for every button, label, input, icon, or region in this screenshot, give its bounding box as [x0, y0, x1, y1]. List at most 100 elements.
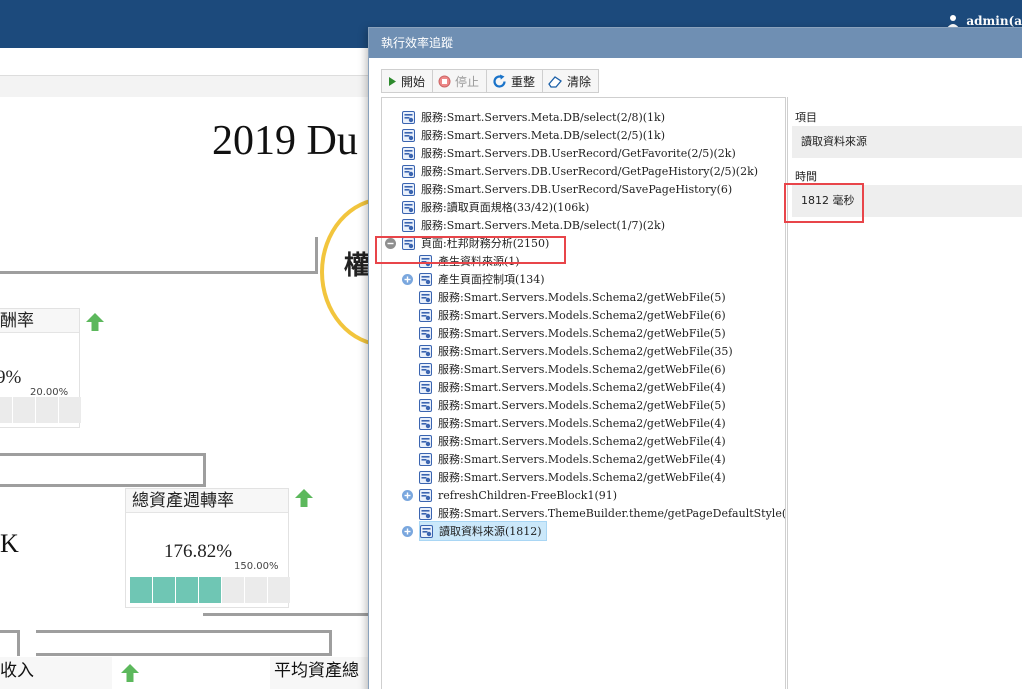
service-node-icon	[402, 110, 415, 124]
service-node-icon	[419, 272, 432, 286]
kpi-bar-segment	[0, 397, 12, 423]
tree-node[interactable]: 服務:讀取頁面規格(33/42)(106k)	[402, 198, 591, 216]
connector-line	[203, 453, 206, 487]
tree-node[interactable]: 服務:Smart.Servers.Models.Schema2/getWebFi…	[419, 450, 728, 468]
service-node-icon	[419, 506, 432, 520]
report-title: 2019 Du	[212, 118, 358, 164]
tree-node-label: 服務:Smart.Servers.DB.UserRecord/GetPageHi…	[421, 165, 759, 178]
clear-button[interactable]: 清除	[543, 70, 598, 92]
tree-node[interactable]: 服務:Smart.Servers.Models.Schema2/getWebFi…	[419, 288, 728, 306]
kpi-bar-segment	[36, 397, 58, 423]
tree-node-label: 讀取資料來源(1812)	[439, 525, 542, 538]
kpi-bar-segment	[130, 577, 152, 603]
kpi-value: 176.82%	[164, 541, 233, 562]
kpi-bar-segment	[245, 577, 267, 603]
tree-node-selected[interactable]: 讀取資料來源(1812)	[402, 521, 547, 541]
connector-line	[36, 653, 332, 656]
user-icon	[947, 15, 960, 28]
reset-button[interactable]: 重整	[487, 70, 544, 92]
tree-node[interactable]: 服務:Smart.Servers.Models.Schema2/getWebFi…	[419, 432, 728, 450]
tree-node-label: 服務:讀取頁面規格(33/42)(106k)	[421, 201, 590, 214]
kpi-title-bottom: 平均資產總	[270, 657, 380, 689]
kpi-title-bottom: 收入	[0, 657, 112, 689]
dialog-title: 執行效率追蹤	[369, 28, 1022, 58]
tree-node-label: 服務:Smart.Servers.Models.Schema2/getWebFi…	[438, 363, 726, 376]
item-value: 讀取資料來源	[792, 126, 1022, 158]
kpi-bar-segment	[176, 577, 198, 603]
tree-node[interactable]: refreshChildren-FreeBlock1(91)	[402, 486, 619, 504]
kpi-card[interactable]: 總資產週轉率 176.82% 150.00%	[125, 488, 291, 608]
tree-node[interactable]: 服務:Smart.Servers.Meta.DB/select(2/5)(1k)	[402, 126, 667, 144]
connector-line	[17, 630, 20, 656]
kpi-progress-bar	[130, 577, 291, 603]
service-node-icon	[419, 434, 432, 448]
tree-node-label: 服務:Smart.Servers.Models.Schema2/getWebFi…	[438, 435, 726, 448]
performance-trace-dialog: 執行效率追蹤 開始 停止 重整 清除 服務:Smart.Servers.Meta…	[368, 27, 1022, 689]
tree-node-label: 服務:Smart.Servers.Models.Schema2/getWebFi…	[438, 399, 726, 412]
tree-node-label: 服務:Smart.Servers.DB.UserRecord/GetFavori…	[421, 147, 736, 160]
tree-node[interactable]: 服務:Smart.Servers.Models.Schema2/getWebFi…	[419, 396, 728, 414]
tree-node[interactable]: 服務:Smart.Servers.Meta.DB/select(2/8)(1k)	[402, 108, 667, 126]
start-button[interactable]: 開始	[382, 70, 434, 92]
service-node-icon	[402, 218, 415, 232]
service-node-icon	[420, 524, 433, 538]
service-node-icon	[402, 182, 415, 196]
stop-button[interactable]: 停止	[433, 70, 488, 92]
start-button-label: 開始	[401, 74, 426, 89]
trace-tree[interactable]: 服務:Smart.Servers.Meta.DB/select(2/8)(1k)…	[381, 97, 786, 689]
kpi-card[interactable]: 酬率 9% 20.00%	[0, 308, 82, 428]
kpi-bar-segment	[59, 397, 81, 423]
connector-line	[0, 484, 206, 487]
tree-node-label: 服務:Smart.Servers.Meta.DB/select(2/8)(1k)	[421, 111, 665, 124]
service-node-icon	[402, 146, 415, 160]
tree-node[interactable]: 服務:Smart.Servers.Models.Schema2/getWebFi…	[419, 360, 728, 378]
expand-plus-icon[interactable]	[402, 525, 413, 537]
user-name: admin(a	[966, 14, 1022, 28]
service-node-icon	[419, 344, 432, 358]
kpi-progress-bar	[0, 397, 82, 423]
tree-node[interactable]: 服務:Smart.Servers.Models.Schema2/getWebFi…	[419, 342, 735, 360]
tree-node[interactable]: 服務:Smart.Servers.Models.Schema2/getWebFi…	[419, 324, 728, 342]
kpi-title: 酬率	[0, 309, 79, 333]
tree-node[interactable]: 產生頁面控制項(134)	[402, 270, 547, 288]
clear-button-label: 清除	[567, 74, 592, 89]
tree-node-label: 服務:Smart.Servers.Models.Schema2/getWebFi…	[438, 471, 726, 484]
expand-plus-icon[interactable]	[402, 489, 413, 501]
tree-node[interactable]: 服務:Smart.Servers.Models.Schema2/getWebFi…	[419, 414, 728, 432]
user-menu[interactable]: admin(a	[946, 14, 1022, 28]
tree-node-label: 服務:Smart.Servers.DB.UserRecord/SavePageH…	[421, 183, 733, 196]
tree-node-label: 服務:Smart.Servers.Models.Schema2/getWebFi…	[438, 327, 726, 340]
tree-node-label: 服務:Smart.Servers.ThemeBuilder.theme/getP…	[438, 507, 786, 520]
tree-node[interactable]: 服務:Smart.Servers.DB.UserRecord/GetFavori…	[402, 144, 738, 162]
service-node-icon	[419, 470, 432, 484]
tree-node[interactable]: 服務:Smart.Servers.DB.UserRecord/GetPageHi…	[402, 162, 760, 180]
tree-node-label: 服務:Smart.Servers.Models.Schema2/getWebFi…	[438, 417, 726, 430]
kpi-bar-segment	[268, 577, 290, 603]
highlight-page-node	[375, 236, 566, 264]
service-node-icon	[402, 128, 415, 142]
stop-button-label: 停止	[455, 74, 480, 89]
tree-node[interactable]: 服務:Smart.Servers.Models.Schema2/getWebFi…	[419, 468, 728, 486]
report-sheet: 2019 Du 權 酬率 9% 20.00% 總資產週轉率 176.82% 15…	[0, 97, 380, 689]
tree-node[interactable]: 服務:Smart.Servers.Meta.DB/select(1/7)(2k)	[402, 216, 667, 234]
tree-node[interactable]: 服務:Smart.Servers.DB.UserRecord/SavePageH…	[402, 180, 734, 198]
connector-line	[203, 613, 380, 616]
kpi-body: 9% 20.00%	[0, 333, 82, 427]
expand-plus-icon[interactable]	[402, 273, 413, 285]
connector-line	[315, 237, 318, 274]
kpi-target: 150.00%	[234, 561, 279, 572]
kpi-value: 9%	[0, 367, 22, 388]
tree-node-label: 服務:Smart.Servers.Models.Schema2/getWebFi…	[438, 453, 726, 466]
service-node-icon	[419, 362, 432, 376]
service-node-icon	[419, 380, 432, 394]
kpi-partial-value: K	[0, 529, 19, 558]
selected-node-highlight: 讀取資料來源(1812)	[419, 521, 547, 541]
arrow-up-icon	[86, 313, 104, 331]
tree-node[interactable]: 服務:Smart.Servers.Models.Schema2/getWebFi…	[419, 378, 728, 396]
connector-line	[0, 271, 318, 274]
tree-node[interactable]: 服務:Smart.Servers.ThemeBuilder.theme/getP…	[419, 504, 786, 522]
tree-node[interactable]: 服務:Smart.Servers.Models.Schema2/getWebFi…	[419, 306, 728, 324]
tree-node-label: 服務:Smart.Servers.Models.Schema2/getWebFi…	[438, 345, 733, 358]
service-node-icon	[402, 200, 415, 214]
time-label: 時間	[795, 170, 817, 183]
